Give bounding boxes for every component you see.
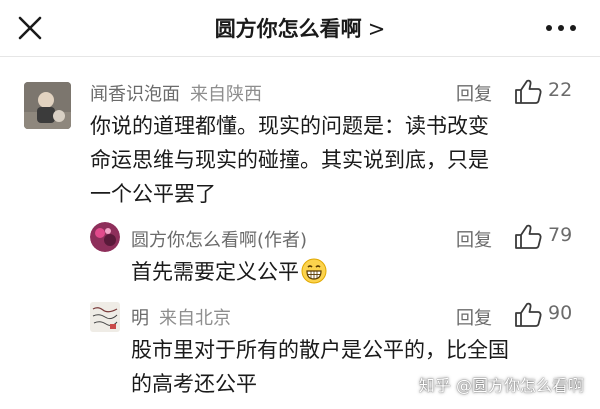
comment-author[interactable]: 明来自北京 <box>131 304 231 330</box>
like-count: 22 <box>548 79 573 101</box>
comment-text: 你说的道理都懂。现实的问题是：读书改变 命运思维与现实的碰撞。其实说到底，只是 … <box>90 114 489 206</box>
like-count: 79 <box>548 224 573 246</box>
comment-location: 来自陕西 <box>190 84 262 105</box>
watermark: 知乎 @圆方你怎么看啊 <box>418 376 584 395</box>
thumbs-up-icon[interactable] <box>514 302 542 328</box>
comment-author[interactable]: 闻香识泡面 来自陕西 <box>90 80 262 106</box>
like-count: 90 <box>548 302 573 324</box>
more-horizontal-icon[interactable] <box>544 16 578 40</box>
reply-button[interactable]: 回复 <box>456 80 492 106</box>
comment-author[interactable]: 圆方你怎么看啊(作者) <box>131 226 307 252</box>
grinning-face-emoji-icon <box>301 258 327 284</box>
chevron-right-icon: > <box>367 17 386 41</box>
reply-button[interactable]: 回复 <box>456 226 492 252</box>
comment-location: 来自北京 <box>159 308 231 329</box>
page-title-text: 圆方你怎么看啊 <box>214 17 362 41</box>
avatar[interactable] <box>90 222 120 252</box>
top-bar: 圆方你怎么看啊 > <box>0 0 600 57</box>
avatar[interactable] <box>24 82 71 129</box>
thumbs-up-icon[interactable] <box>514 79 542 105</box>
comment-text: 首先需要定义公平 <box>131 255 327 289</box>
reply-button[interactable]: 回复 <box>456 304 492 330</box>
avatar[interactable] <box>90 302 120 332</box>
page-title[interactable]: 圆方你怎么看啊 > <box>0 13 600 43</box>
thumbs-up-icon[interactable] <box>514 224 542 250</box>
